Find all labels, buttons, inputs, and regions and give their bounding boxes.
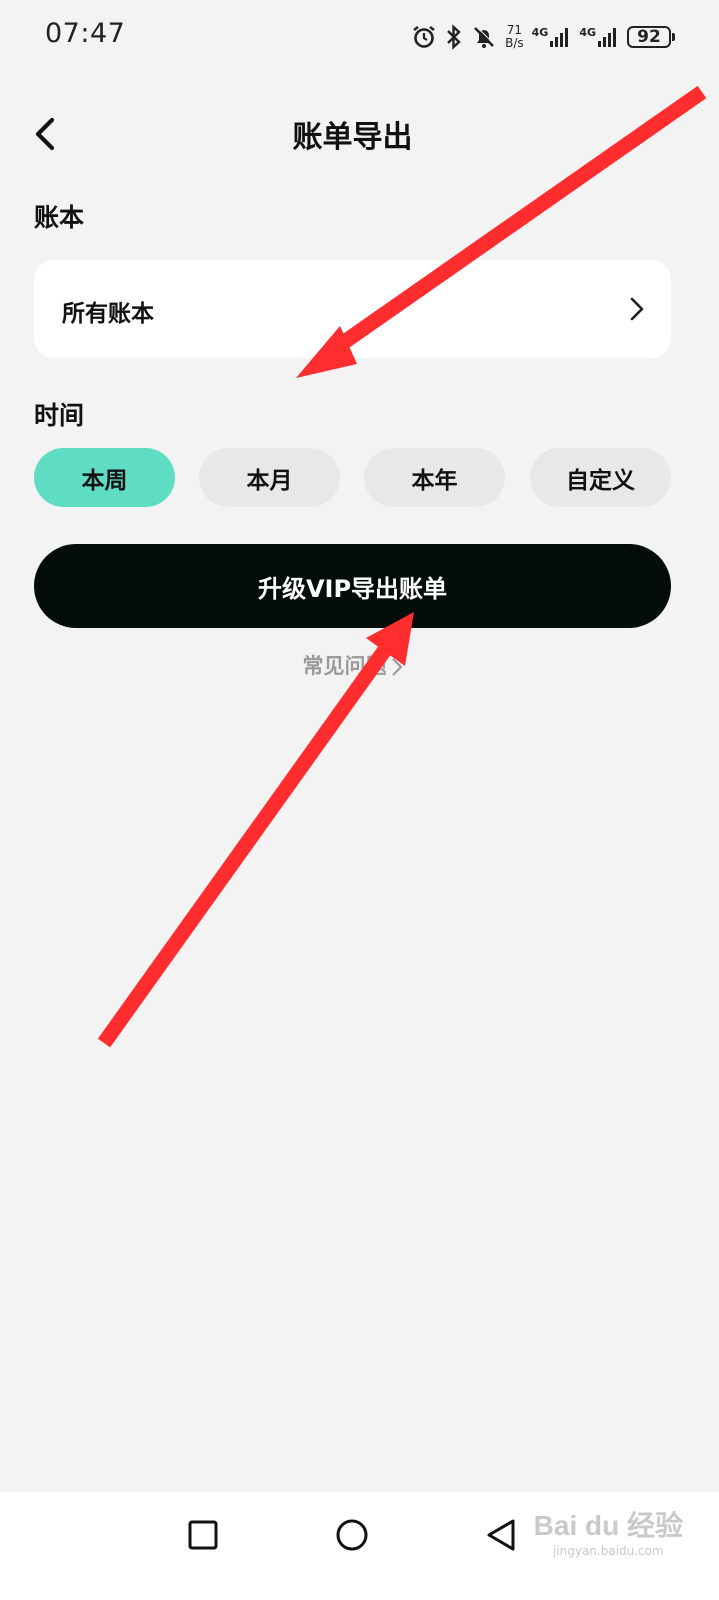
chevron-right-icon [391,658,403,676]
net-speed: 71 B/s [505,23,524,50]
baidu-watermark: Bai du 经验 jingyan.baidu.com [533,1510,683,1558]
upgrade-vip-export-button[interactable]: 升级VIP导出账单 [34,544,671,628]
page-title: 账单导出 [292,120,413,155]
nav-back-button[interactable] [481,1515,521,1555]
account-book-value: 所有账本 [62,301,154,327]
signal-icon-2: 4G [579,26,619,48]
back-triangle-icon [487,1519,515,1551]
status-time: 07:47 [45,18,126,49]
recent-apps-icon [188,1520,218,1550]
home-icon [336,1519,368,1551]
time-option-this-week[interactable]: 本周 [34,448,175,507]
account-section-label: 账本 [34,203,85,232]
time-section-label: 时间 [34,401,85,430]
faq-link[interactable]: 常见问题 [0,650,705,680]
alarm-icon [411,24,437,50]
status-icons: 71 B/s 4G 4G 92 [411,20,675,54]
signal-icon: 4G [532,26,572,48]
muted-bell-icon [471,24,497,50]
time-option-this-year[interactable]: 本年 [364,448,505,507]
time-option-this-month[interactable]: 本月 [199,448,340,507]
home-button[interactable] [332,1515,372,1555]
battery-icon: 92 [627,26,675,48]
annotation-arrows [97,85,707,1048]
system-nav-bar: Bai du 经验 jingyan.baidu.com [0,1492,719,1600]
bluetooth-icon [445,24,463,50]
recent-apps-button[interactable] [183,1515,223,1555]
chevron-right-icon [630,297,644,321]
time-option-custom[interactable]: 自定义 [530,448,671,507]
account-book-selector[interactable]: 所有账本 [34,260,671,358]
faq-label: 常见问题 [302,654,387,678]
